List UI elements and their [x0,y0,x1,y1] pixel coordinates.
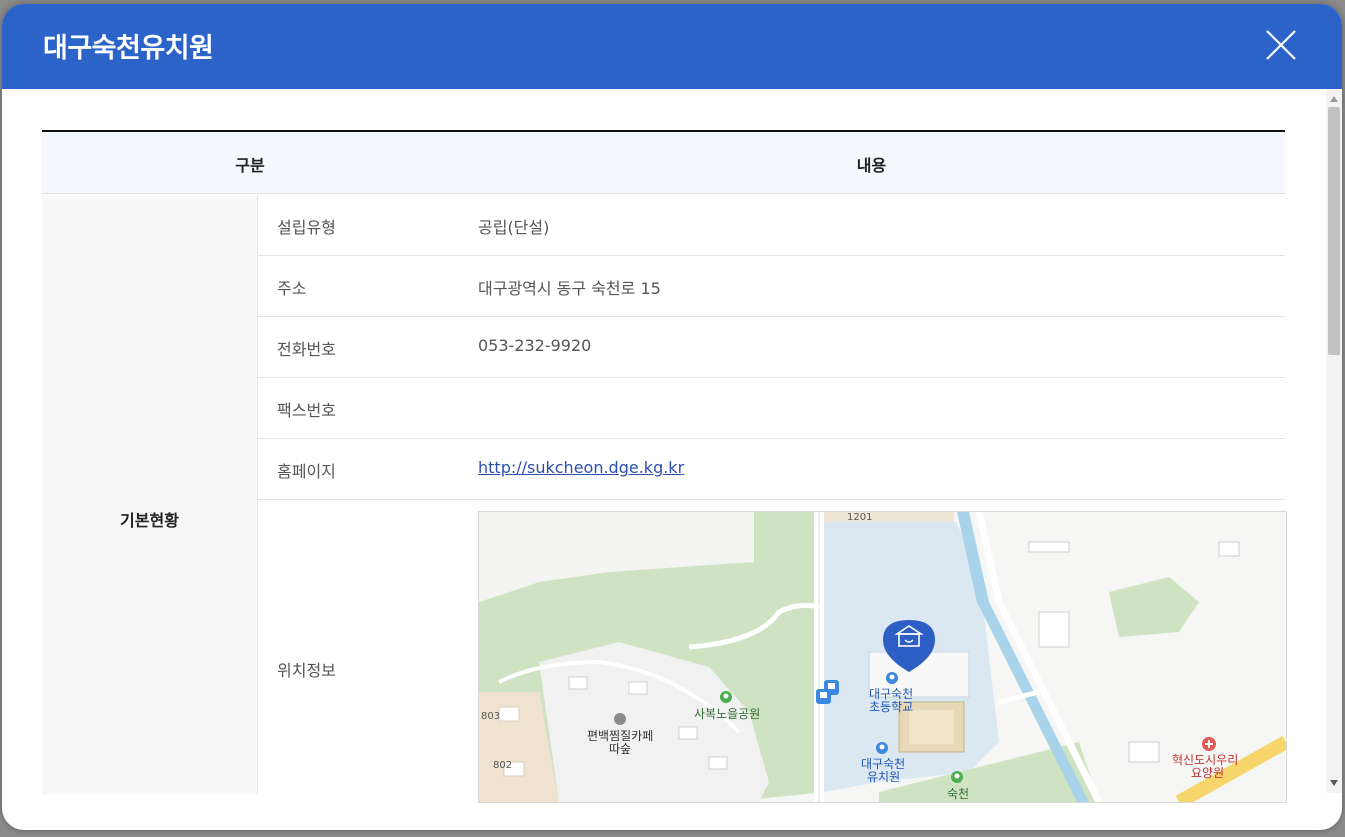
map-label-school-1: 대구숙천 [869,686,913,701]
scroll-thumb[interactable] [1328,107,1340,355]
map-label-cafe-2: 따숲 [609,742,631,756]
table-row: 전화번호 053-232-9920 [257,317,1285,378]
cafe-icon [614,713,626,725]
map-label-nursing-2: 요양원 [1191,766,1224,780]
row-label: 팩스번호 [277,401,336,420]
modal-body: 구분 내용 기본현황 설립유형 공립(단설) 주소 대구광역시 동구 숙천로 1… [2,89,1342,830]
row-value-homepage: http://sukcheon.dge.kg.kr [478,458,684,477]
map-label-802: 802 [493,760,512,771]
park-icon [720,691,732,703]
table-row: 설립유형 공립(단설) [257,195,1285,256]
location-map[interactable]: 1201 803 802 사복노을공원 편백찜질카페 따숲 대구숙천 초등학교 … [478,511,1287,803]
category-label: 기본현황 [120,511,179,530]
map-label-nursing-1: 혁신도시우리 [1172,753,1238,767]
kindergarten-icon [876,742,888,754]
scrollbar[interactable] [1326,89,1342,793]
modal-header: 대구숙천유치원 [2,4,1342,89]
map-row: 위치정보 1201 803 802 사복노을공원 편백찜질카페 따숲 대구숙천 … [257,500,1287,803]
row-label: 설립유형 [277,218,336,237]
close-icon [1266,30,1296,60]
scroll-down-arrow-icon[interactable] [1330,780,1338,786]
row-label: 홈페이지 [277,462,336,481]
close-button[interactable] [1264,28,1298,62]
map-label-park: 사복노을공원 [694,707,760,721]
park-icon [951,771,963,783]
map-label-forest: 숙천 [947,786,969,801]
map-label-cafe-1: 편백찜질카페 [587,729,653,743]
map-label-803: 803 [481,711,500,722]
modal-title: 대구숙천유치원 [43,33,214,64]
row-label: 주소 [277,279,307,298]
table-row: 주소 대구광역시 동구 숙천로 15 [257,256,1285,317]
scroll-up-arrow-icon[interactable] [1330,96,1338,102]
header-content: 내용 [856,156,887,175]
info-table: 구분 내용 기본현황 설립유형 공립(단설) 주소 대구광역시 동구 숙천로 1… [42,130,1287,803]
table-header: 구분 내용 [42,132,1285,194]
category-cell: 기본현황 [42,195,258,795]
kindergarten-modal: 대구숙천유치원 구분 내용 기본현황 설립유형 공립(단설) 주소 대구광역시 [2,4,1342,830]
table-row: 팩스번호 [257,378,1285,439]
map-label-1201: 1201 [847,512,872,523]
school-icon [886,672,898,684]
map-label-kinder-2: 유치원 [867,770,900,784]
map-label-kinder-1: 대구숙천 [861,756,905,771]
map-label-school-2: 초등학교 [869,700,913,714]
row-value: 053-232-9920 [478,336,592,355]
header-category: 구분 [235,156,265,175]
row-label: 위치정보 [277,661,336,680]
row-value: 대구광역시 동구 숙천로 15 [478,279,661,298]
table-row: 홈페이지 http://sukcheon.dge.kg.kr [257,439,1285,500]
row-label: 전화번호 [277,340,336,359]
row-value: 공립(단설) [478,218,550,237]
hospital-icon [1202,737,1216,751]
homepage-link[interactable]: http://sukcheon.dge.kg.kr [478,458,684,477]
